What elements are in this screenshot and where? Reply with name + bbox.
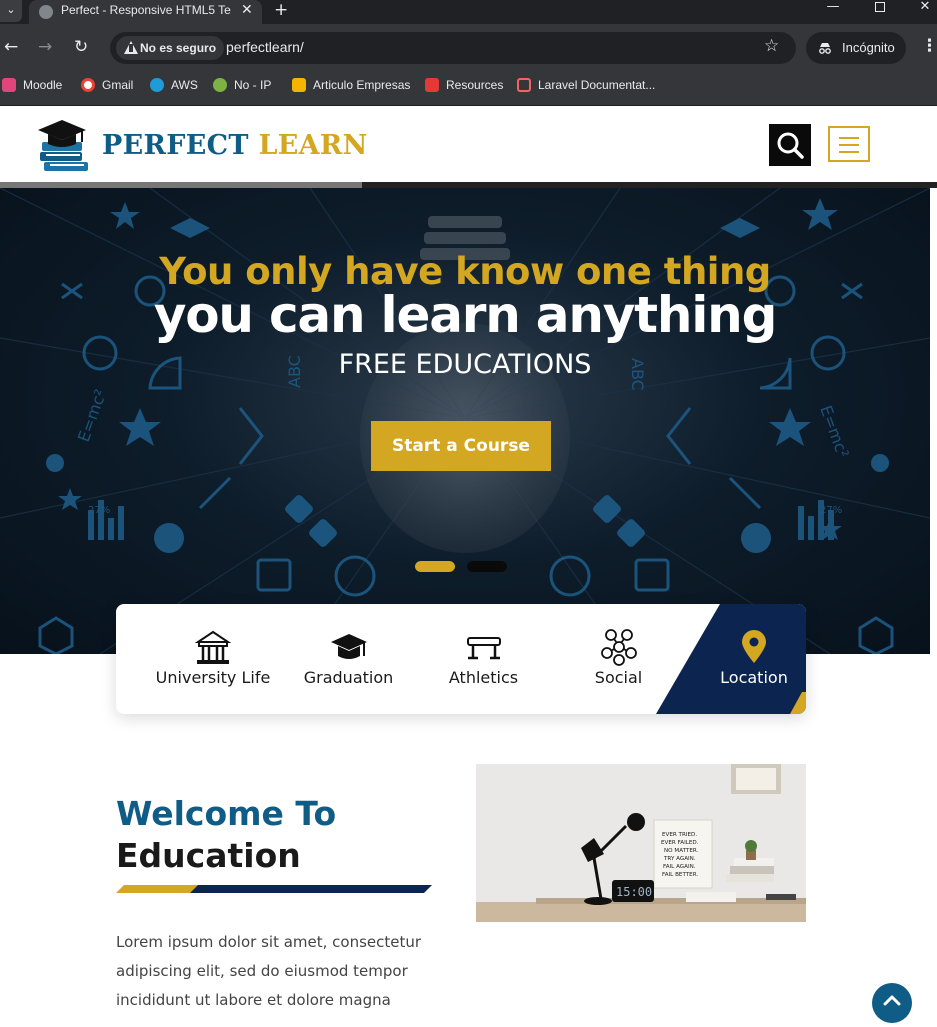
university-icon bbox=[194, 630, 232, 664]
minimize-icon[interactable]: — bbox=[819, 0, 847, 22]
svg-text:27%: 27% bbox=[88, 505, 110, 516]
menu-toggle-button[interactable] bbox=[828, 126, 870, 162]
search-button[interactable] bbox=[769, 124, 811, 166]
svg-text:E=mc²: E=mc² bbox=[816, 403, 852, 461]
svg-text:E=mc²: E=mc² bbox=[74, 387, 110, 445]
site-logo[interactable]: PERFECT LEARN bbox=[102, 130, 368, 161]
back-to-top-button[interactable] bbox=[872, 983, 912, 1023]
kp-icon bbox=[425, 78, 439, 92]
browser-toolbar: ← → ↻ No es seguro perfectlearn/ ☆ Incóg… bbox=[0, 24, 937, 72]
poster-line-1: EVER TRIED. bbox=[662, 832, 697, 838]
slider-dot-1 bbox=[415, 561, 455, 572]
heading-underline-navy bbox=[190, 885, 432, 893]
window-close-icon[interactable]: ✕ bbox=[911, 0, 937, 22]
feature-university-life[interactable]: University Life bbox=[138, 604, 288, 714]
chevron-up-icon bbox=[883, 995, 901, 1006]
features-bar: University Life Graduation Athletics Soc… bbox=[116, 604, 806, 714]
forward-arrow-icon[interactable]: → bbox=[38, 37, 52, 57]
maximize-icon[interactable] bbox=[866, 0, 894, 22]
desk-photo: EVER TRIED. EVER FAILED. NO MATTER. TRY … bbox=[476, 764, 806, 922]
browser-menu-icon[interactable]: ⋮ bbox=[921, 36, 937, 56]
cloud-icon bbox=[150, 78, 164, 92]
feature-athletics[interactable]: Athletics bbox=[416, 604, 551, 714]
bookmark-resources[interactable]: Resources bbox=[425, 72, 503, 98]
bookmark-ip[interactable]: No - IP bbox=[213, 72, 271, 98]
url-text[interactable]: perfectlearn/ bbox=[226, 39, 304, 55]
hero-headline: you can learn anything bbox=[153, 286, 778, 344]
location-pin-icon bbox=[742, 630, 766, 663]
tab-search-chevron-icon[interactable]: ⌄ bbox=[0, 0, 22, 22]
slider-dot-2 bbox=[467, 561, 507, 572]
poster-line-2: EVER FAILED. bbox=[661, 840, 699, 846]
bookmark-star-icon[interactable]: ☆ bbox=[764, 36, 779, 56]
graduation-cap-icon bbox=[330, 634, 367, 659]
browser-tab-strip: ⌄ Perfect - Responsive HTML5 Te ✕ + — ✕ bbox=[0, 0, 937, 24]
browser-tab[interactable]: Perfect - Responsive HTML5 Te ✕ bbox=[29, 0, 262, 24]
incognito-icon bbox=[819, 43, 831, 54]
start-course-button[interactable]: Start a Course bbox=[371, 421, 551, 471]
hamburger-icon bbox=[839, 137, 859, 139]
welcome-heading-2: Education bbox=[116, 836, 301, 875]
globe-icon bbox=[39, 5, 53, 19]
feature-label: Athletics bbox=[448, 668, 519, 687]
feature-label: University Life bbox=[155, 668, 271, 687]
bookmark-laravel[interactable]: Laravel Documentat... bbox=[517, 72, 655, 98]
article-icon bbox=[292, 78, 306, 92]
poster-line-3: NO MATTER. bbox=[664, 848, 699, 854]
search-icon bbox=[777, 132, 804, 159]
incognito-label: Incógnito bbox=[842, 40, 895, 55]
hero-subheadline: FREE EDUCATIONS bbox=[338, 349, 592, 380]
welcome-paragraph: Lorem ipsum dolor sit amet, consectetur … bbox=[116, 933, 422, 1009]
desk-clock: 15:00 bbox=[616, 885, 652, 899]
new-tab-icon[interactable]: + bbox=[274, 0, 288, 20]
address-bar[interactable]: No es seguro perfectlearn/ ☆ bbox=[110, 32, 796, 64]
tab-close-icon[interactable]: ✕ bbox=[241, 2, 253, 18]
feature-location[interactable]: Location bbox=[686, 604, 806, 714]
bookmark-gmail[interactable]: Gmail bbox=[81, 72, 133, 98]
poster-line-5: FAIL AGAIN. bbox=[663, 864, 696, 870]
welcome-heading: Welcome To bbox=[116, 794, 337, 833]
bookmark-moodle[interactable]: Moodle bbox=[2, 72, 62, 98]
incognito-chip[interactable]: Incógnito bbox=[806, 32, 906, 64]
feature-label: Location bbox=[720, 668, 788, 687]
warning-icon bbox=[124, 41, 138, 54]
security-chip[interactable]: No es seguro bbox=[116, 36, 225, 60]
athletics-icon bbox=[466, 637, 501, 660]
tab-title: Perfect - Responsive HTML5 Te bbox=[61, 3, 231, 17]
back-arrow-icon[interactable]: ← bbox=[4, 37, 18, 57]
feature-graduation[interactable]: Graduation bbox=[281, 604, 416, 714]
social-network-icon bbox=[600, 629, 637, 666]
ip-icon bbox=[213, 78, 227, 92]
google-icon bbox=[81, 78, 95, 92]
page-scrollbar-track[interactable] bbox=[930, 188, 937, 654]
moodle-icon bbox=[2, 78, 16, 92]
feature-label: Social bbox=[594, 668, 643, 687]
bookmark-articulo-empresas[interactable]: Articulo Empresas bbox=[292, 72, 410, 98]
reload-icon[interactable]: ↻ bbox=[74, 37, 88, 57]
bookmark-aws[interactable]: AWS bbox=[150, 72, 198, 98]
hero-slider: ABC ABC E=mc² E=mc² 27% 27% You only hav… bbox=[0, 188, 930, 654]
laravel-icon bbox=[517, 78, 531, 92]
logo-books-icon[interactable] bbox=[36, 118, 92, 172]
bookmarks-bar: Moodle Gmail AWS No - IP Articulo Empres… bbox=[0, 72, 937, 106]
poster-line-6: FAIL BETTER. bbox=[662, 872, 698, 878]
poster-line-4: TRY AGAIN. bbox=[663, 856, 696, 862]
feature-label: Graduation bbox=[303, 668, 394, 687]
heading-underline-gold bbox=[116, 885, 200, 893]
security-label: No es seguro bbox=[140, 41, 217, 55]
svg-text:27%: 27% bbox=[820, 505, 842, 516]
